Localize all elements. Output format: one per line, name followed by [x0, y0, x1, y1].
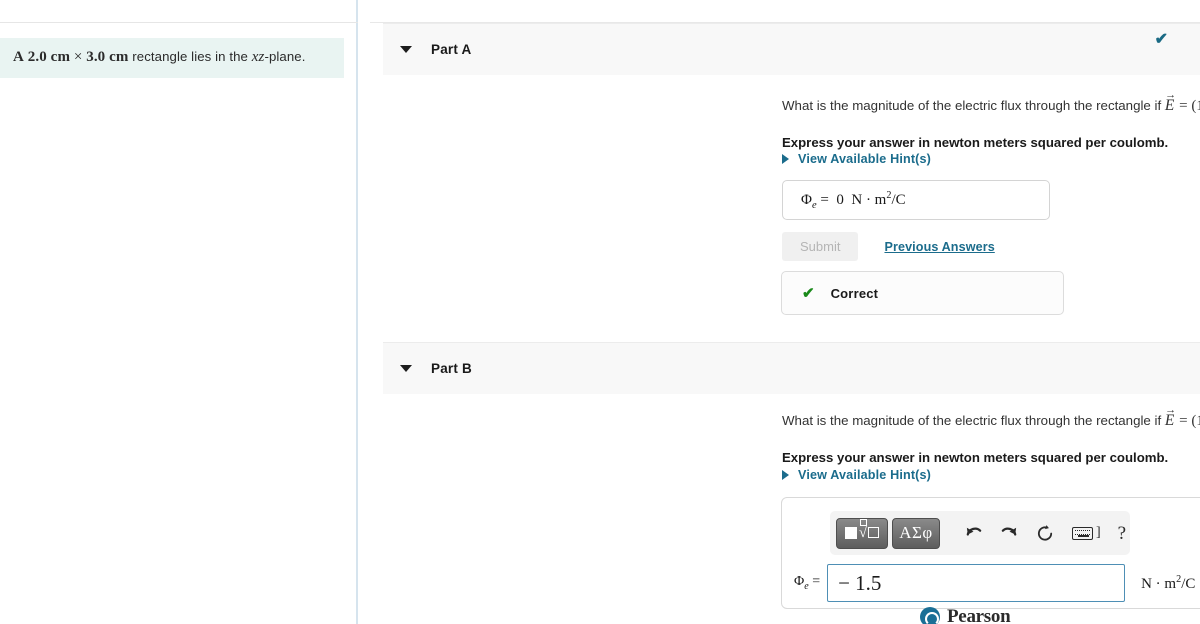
part-a-submit-row: Submit Previous Answers — [782, 232, 995, 261]
mastering-physics-page: A 2.0 cm × 3.0 cm rectangle lies in the … — [0, 0, 1200, 624]
exercise-content: Part A ✔ What is the magnitude of the el… — [360, 0, 1200, 624]
expr-open: (120 — [1191, 413, 1200, 429]
part-a-feedback-label: Correct — [830, 285, 879, 301]
equals-sign: = — [1179, 413, 1188, 429]
part-b-question-prefix: What is the magnitude of the electric fl… — [782, 413, 1165, 428]
math-template-button[interactable]: √ — [836, 517, 888, 549]
math-toolbar: √ ΑΣφ] ? — [830, 511, 1130, 555]
keyboard-glyph — [1072, 526, 1093, 540]
part-a-hints-label: View Available Hint(s) — [798, 152, 932, 166]
undo-icon[interactable] — [964, 524, 983, 543]
part-a-answer-expression: Φe = 0 N · m2/C — [801, 189, 906, 211]
undo-arrow-svg — [966, 527, 982, 536]
pearson-logo: Pearson — [920, 606, 1011, 624]
part-a-instruction: Express your answer in newton meters squ… — [782, 134, 1169, 150]
part-a-question-prefix: What is the magnitude of the electric fl… — [782, 98, 1165, 113]
part-a-submit-button[interactable]: Submit — [782, 232, 859, 261]
part-b-question-text: What is the magnitude of the electric fl… — [782, 404, 1200, 433]
greek-symbols-button[interactable]: ΑΣφ — [892, 517, 940, 549]
filled-square-icon — [844, 527, 857, 539]
problem-sidebar: A 2.0 cm × 3.0 cm rectangle lies in the … — [0, 0, 358, 624]
part-a-previous-answers-link[interactable]: Previous Answers — [884, 240, 994, 254]
pearson-mark-icon — [920, 607, 940, 624]
part-b-title: Part B — [431, 361, 472, 376]
reset-icon[interactable] — [1036, 524, 1055, 543]
keyboard-icon[interactable]: ] — [1072, 526, 1101, 540]
part-b-question: What is the magnitude of the electric fl… — [782, 404, 1200, 467]
expr-open: (120 — [1191, 98, 1200, 114]
sidebar-top-divider — [0, 22, 358, 23]
part-a-question-text: What is the magnitude of the electric fl… — [782, 89, 1200, 118]
reset-circular-arrow-svg — [1037, 524, 1053, 541]
part-a-hints-link[interactable]: View Available Hint(s) — [782, 151, 931, 169]
problem-statement: A 2.0 cm × 3.0 cm rectangle lies in the … — [0, 38, 344, 78]
chevron-down-icon[interactable] — [400, 365, 412, 372]
keyboard-bracket: ] — [1096, 525, 1101, 540]
problem-statement-text: A 2.0 cm × 3.0 cm rectangle lies in the … — [13, 49, 306, 66]
part-b-answer-widget: √ ΑΣφ] ? Φe = − 1.5 N · m2/C — [781, 497, 1200, 609]
correct-check-icon: ✔ — [802, 284, 815, 302]
part-b-hints-label: View Available Hint(s) — [798, 468, 932, 482]
field-vector-symbol: → E — [1164, 404, 1176, 429]
part-b-unit-label: N · m2/C — [1141, 573, 1196, 592]
radical-icon: √ — [859, 518, 880, 541]
part-a-answer-readout: Φe = 0 N · m2/C — [782, 180, 1050, 220]
pearson-wordmark: Pearson — [947, 606, 1011, 624]
part-b-instruction: Express your answer in newton meters squ… — [782, 449, 1169, 465]
part-b-answer-input[interactable]: − 1.5 — [827, 564, 1126, 602]
part-a-question: What is the magnitude of the electric fl… — [782, 89, 1200, 152]
part-a-header[interactable]: Part A — [383, 23, 1200, 75]
part-b-hints-link[interactable]: View Available Hint(s) — [782, 467, 931, 485]
part-b-answer-label: Φe = — [794, 574, 821, 592]
part-a-feedback-box: ✔ Correct — [781, 271, 1064, 315]
field-vector-symbol: → E — [1164, 89, 1176, 114]
part-b-input-value: − 1.5 — [838, 570, 882, 595]
equals-sign: = — [1179, 98, 1188, 114]
part-b-header[interactable]: Part B — [383, 342, 1200, 394]
chevron-down-icon[interactable] — [400, 46, 412, 53]
chevron-right-icon — [782, 154, 789, 164]
redo-icon[interactable] — [1000, 524, 1019, 543]
help-icon[interactable]: ? — [1118, 524, 1126, 543]
part-b-input-row: Φe = − 1.5 N · m2/C — [782, 564, 1200, 602]
part-a-title: Part A — [431, 42, 472, 57]
part-a-status-check-icon: ✔ — [1154, 31, 1168, 48]
chevron-right-icon — [782, 470, 789, 480]
redo-arrow-svg — [1001, 527, 1017, 536]
